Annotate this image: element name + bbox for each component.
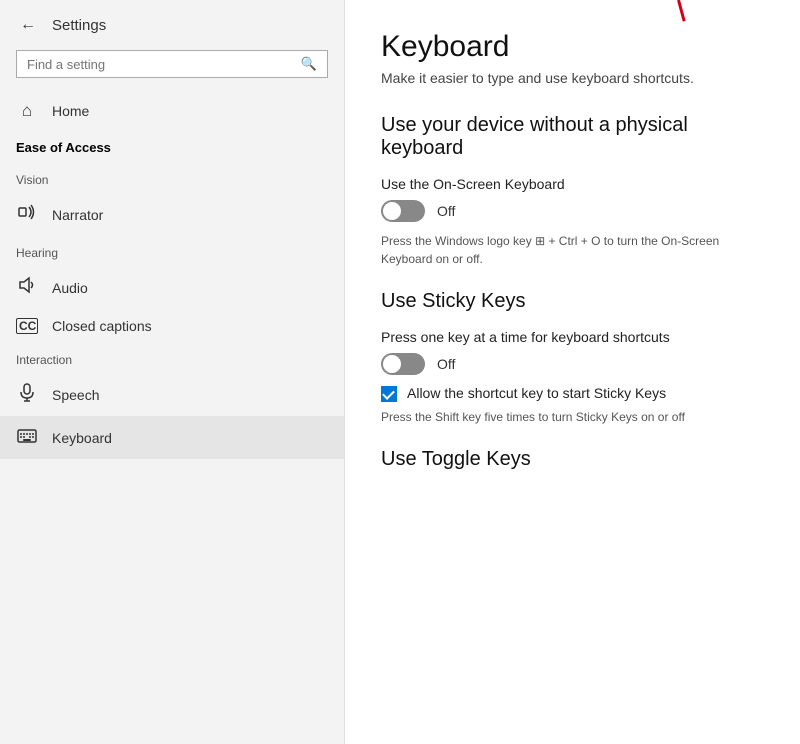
sticky-keys-hint: Press the Shift key five times to turn S…	[381, 408, 764, 426]
toggle-keys-heading: Use Toggle Keys	[381, 448, 764, 471]
on-screen-keyboard-toggle-row: Off	[381, 200, 764, 222]
sidebar-item-speech-label: Speech	[52, 387, 99, 403]
sidebar-item-home[interactable]: ⌂ Home	[0, 92, 344, 130]
hearing-section-label: Hearing	[0, 236, 344, 266]
sidebar-item-audio[interactable]: Audio	[0, 266, 344, 309]
page-subtitle: Make it easier to type and use keyboard …	[381, 70, 764, 86]
sidebar-item-keyboard[interactable]: Keyboard	[0, 416, 344, 459]
ease-of-access-label: Ease of Access	[0, 130, 344, 163]
home-icon: ⌂	[16, 101, 38, 121]
sticky-keys-heading: Use Sticky Keys	[381, 290, 764, 313]
sticky-keys-checkbox-label: Allow the shortcut key to start Sticky K…	[407, 385, 666, 401]
page-title: Keyboard	[381, 30, 764, 64]
sticky-keys-checkbox-row: Allow the shortcut key to start Sticky K…	[381, 385, 764, 402]
sticky-keys-toggle-row: Off	[381, 353, 764, 375]
main-content: Keyboard Make it easier to type and use …	[345, 0, 800, 744]
closed-captions-icon: CC	[16, 318, 38, 334]
sidebar-title: Settings	[52, 17, 106, 34]
sidebar-item-narrator-label: Narrator	[52, 207, 103, 223]
narrator-icon	[16, 202, 38, 227]
on-screen-keyboard-label: Use the On-Screen Keyboard	[381, 176, 764, 192]
physical-keyboard-heading: Use your device without a physical keybo…	[381, 114, 764, 160]
sidebar-item-audio-label: Audio	[52, 280, 88, 296]
sidebar-item-home-label: Home	[52, 103, 89, 119]
on-screen-keyboard-toggle[interactable]	[381, 200, 425, 222]
interaction-section-label: Interaction	[0, 343, 344, 373]
on-screen-keyboard-toggle-state: Off	[437, 203, 455, 219]
sidebar-header: ← Settings	[0, 0, 344, 46]
sidebar-item-keyboard-label: Keyboard	[52, 430, 112, 446]
keyboard-icon	[16, 425, 38, 450]
speech-icon	[16, 382, 38, 407]
audio-icon	[16, 275, 38, 300]
sticky-keys-toggle-state: Off	[437, 356, 455, 372]
sticky-keys-checkbox[interactable]	[381, 386, 397, 402]
on-screen-keyboard-toggle-knob	[383, 202, 401, 220]
on-screen-keyboard-hint: Press the Windows logo key ⊞ + Ctrl + O …	[381, 232, 764, 268]
sidebar-item-narrator[interactable]: Narrator	[0, 193, 344, 236]
search-input[interactable]	[27, 57, 301, 72]
sticky-keys-toggle-knob	[383, 355, 401, 373]
sidebar-item-closed-captions-label: Closed captions	[52, 318, 152, 334]
search-icon: 🔍	[301, 56, 317, 72]
sidebar-item-speech[interactable]: Speech	[0, 373, 344, 416]
sticky-keys-label: Press one key at a time for keyboard sho…	[381, 329, 764, 345]
sidebar: ← Settings 🔍 ⌂ Home Ease of Access Visio…	[0, 0, 345, 744]
sticky-keys-toggle[interactable]	[381, 353, 425, 375]
back-button[interactable]: ←	[16, 14, 40, 36]
vision-section-label: Vision	[0, 163, 344, 193]
search-box[interactable]: 🔍	[16, 50, 328, 78]
sidebar-item-closed-captions[interactable]: CC Closed captions	[0, 309, 344, 343]
